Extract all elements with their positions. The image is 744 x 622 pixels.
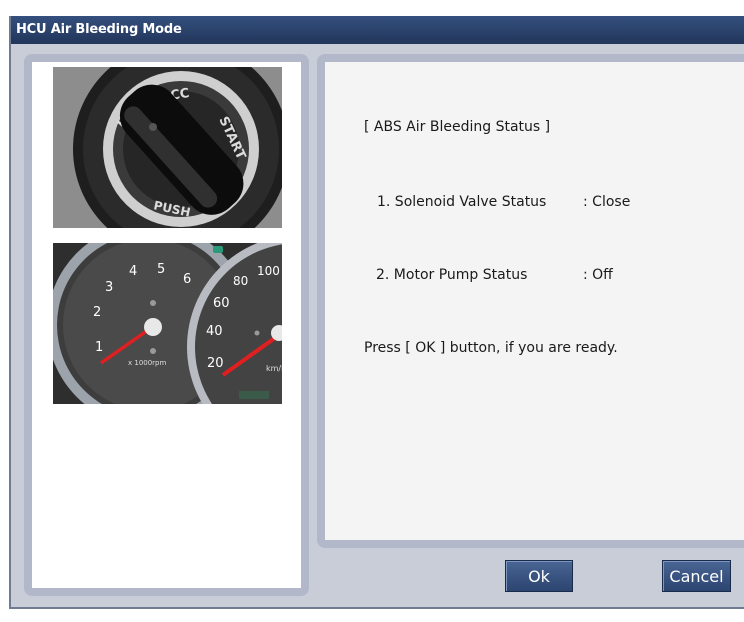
- cancel-button[interactable]: Cancel: [662, 560, 731, 592]
- tach-tick-4: 4: [129, 264, 137, 279]
- solenoid-valve-label: 1. Solenoid Valve Status: [377, 194, 547, 210]
- speed-tick-20: 20: [207, 356, 224, 371]
- tach-tick-2: 2: [93, 305, 101, 320]
- instrument-cluster-photo: 1 2 3 4 5 6 x 1000rpm 20 40 60 80 100 km…: [53, 243, 282, 404]
- tach-tick-5: 5: [157, 262, 165, 277]
- status-panel: [ ABS Air Bleeding Status ] 1. Solenoid …: [317, 54, 744, 548]
- status-heading: [ ABS Air Bleeding Status ]: [364, 119, 551, 135]
- tach-tick-1: 1: [95, 340, 103, 355]
- image-panel: LOCK ACC START PUSH 1 2 3 4: [24, 54, 309, 596]
- motor-pump-value: : Off: [583, 267, 613, 283]
- speed-tick-100: 100: [257, 264, 280, 278]
- dialog-window: HCU Air Bleeding Mode LOCK ACC START PUS…: [9, 16, 744, 609]
- speed-tick-60: 60: [213, 296, 230, 311]
- ready-prompt: Press [ OK ] button, if you are ready.: [364, 340, 618, 356]
- tach-tick-3: 3: [105, 280, 113, 295]
- solenoid-valve-value: : Close: [583, 194, 631, 210]
- speed-tick-40: 40: [206, 324, 223, 339]
- speed-tick-80: 80: [233, 274, 248, 288]
- ok-button[interactable]: Ok: [505, 560, 573, 592]
- speed-unit: km/h: [266, 364, 282, 373]
- tach-tick-6: 6: [183, 272, 191, 287]
- window-title: HCU Air Bleeding Mode: [16, 22, 182, 37]
- ignition-switch-photo: LOCK ACC START PUSH: [53, 67, 282, 228]
- tach-unit: x 1000rpm: [128, 359, 167, 367]
- motor-pump-label: 2. Motor Pump Status: [376, 267, 528, 283]
- title-bar[interactable]: HCU Air Bleeding Mode: [11, 16, 744, 44]
